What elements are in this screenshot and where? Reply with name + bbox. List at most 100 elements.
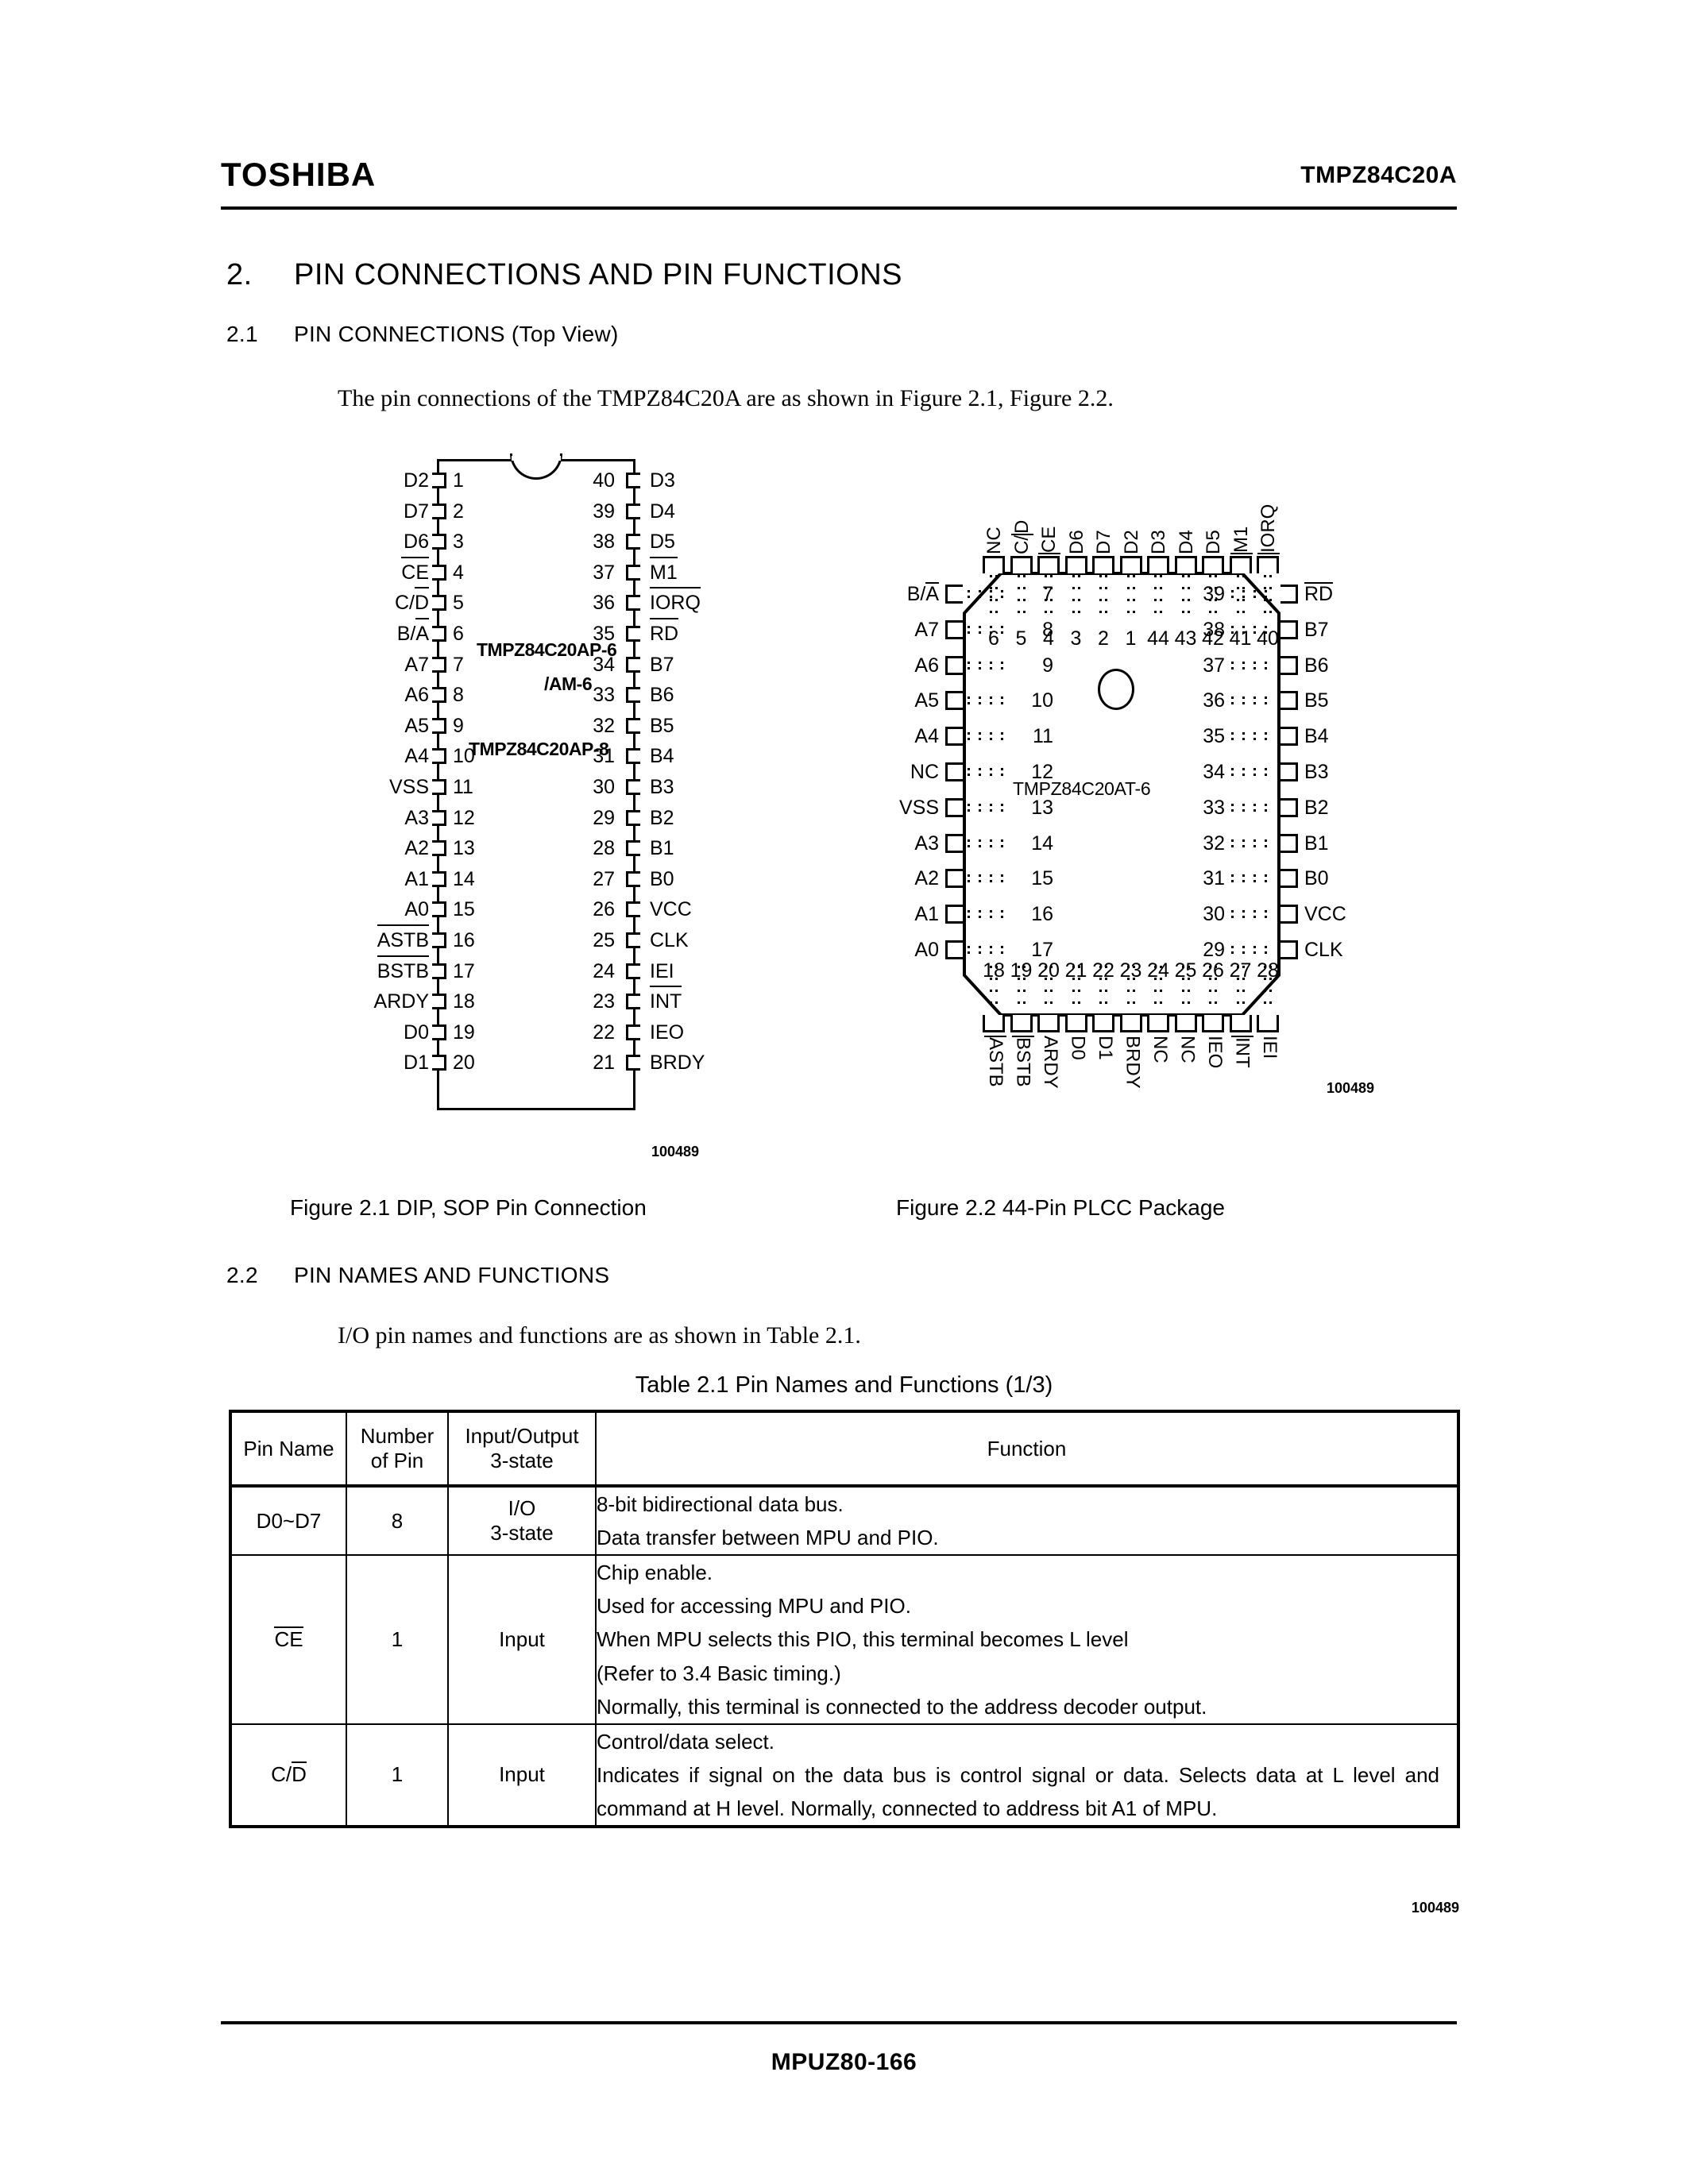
plcc-lead-dots bbox=[1231, 944, 1279, 955]
dip-left-pin-pad bbox=[432, 932, 446, 948]
section-2-title: PIN CONNECTIONS AND PIN FUNCTIONS bbox=[294, 258, 902, 291]
plcc-left-pin-number: 11 bbox=[1033, 725, 1053, 748]
plcc-lead-dots bbox=[1231, 766, 1279, 778]
plcc-top-pin-label: NC bbox=[983, 527, 1005, 554]
dip-left-pin-label: A5 bbox=[404, 714, 429, 737]
function-line: Used for accessing MPU and PIO. bbox=[597, 1594, 911, 1619]
cell-input-output: Input bbox=[447, 1723, 597, 1828]
plcc-right-pin-pad bbox=[1280, 797, 1298, 817]
plcc-right-pin-pad bbox=[1280, 905, 1298, 924]
dip-left-pin-pad bbox=[432, 473, 446, 488]
dip-left-pin-pad bbox=[432, 963, 446, 979]
dip-right-pin-pad bbox=[626, 901, 640, 918]
cell-function: Chip enable. Used for accessing MPU and P… bbox=[595, 1554, 1459, 1725]
function-line: Normally, this terminal is connected to … bbox=[597, 1694, 1207, 1719]
dip-right-pin-label: B0 bbox=[650, 867, 674, 890]
plcc-right-pin-label: B4 bbox=[1304, 725, 1329, 748]
plcc-left-pin-label: A4 bbox=[914, 725, 939, 748]
th-pin-name: Pin Name bbox=[230, 1410, 347, 1488]
plcc-top-pin-label: IORQ bbox=[1257, 504, 1279, 553]
dip-right-pin-label: CLK bbox=[650, 929, 689, 951]
plcc-bottom-pin-pad bbox=[1064, 1015, 1087, 1032]
plcc-right-pin-label: B6 bbox=[1304, 654, 1329, 677]
plcc-right-pin-pad bbox=[1280, 655, 1298, 675]
plcc-right-pin-pad bbox=[1280, 619, 1298, 639]
part-number: TMPZ84C20A bbox=[1300, 162, 1457, 188]
plcc-left-pin-number: 17 bbox=[1031, 939, 1053, 961]
dip-right-pin-label: IEO bbox=[650, 1021, 685, 1044]
dip-right-pin-pad bbox=[626, 748, 640, 765]
plcc-left-pin-number: 13 bbox=[1031, 796, 1053, 819]
section-2-1-title: PIN CONNECTIONS (Top View) bbox=[294, 322, 619, 346]
plcc-right-pin-number: 36 bbox=[1203, 689, 1225, 712]
dip-left-pin-pad bbox=[432, 1055, 446, 1071]
plcc-lead-dots bbox=[1231, 731, 1279, 742]
dip-right-pin-label: B2 bbox=[650, 806, 674, 829]
plcc-top-pin-pad bbox=[1119, 556, 1142, 573]
dip-left-pin-number: 4 bbox=[453, 561, 464, 584]
function-line: Data transfer between MPU and PIO. bbox=[597, 1526, 939, 1550]
plcc-bottom-pin-pad bbox=[1257, 1015, 1279, 1032]
plcc-top-pin-pad bbox=[1037, 556, 1060, 573]
dip-right-pin-label: B1 bbox=[650, 837, 674, 860]
dip-left-pin-label: D6 bbox=[404, 531, 429, 554]
dip-pin-row: A7 7 34 B7 bbox=[350, 650, 731, 680]
section-2-2-paragraph: I/O pin names and functions are as shown… bbox=[338, 1322, 861, 1349]
section-2-2-title: PIN NAMES AND FUNCTIONS bbox=[294, 1263, 610, 1287]
plcc-bottom-pin-pad bbox=[1229, 1015, 1252, 1032]
page-footer-id: MPUZ80-166 bbox=[771, 2049, 917, 2075]
plcc-left-pin-label: VSS bbox=[898, 796, 939, 819]
section-2-1-heading: 2.1 PIN CONNECTIONS (Top View) bbox=[226, 322, 619, 347]
plcc-right-pin-number: 37 bbox=[1203, 654, 1225, 677]
plcc-lead-dots bbox=[968, 731, 1015, 742]
plcc-top-pin-pad bbox=[1257, 556, 1279, 573]
plcc-top-pin-label: D6 bbox=[1065, 530, 1087, 554]
plcc-lead-dots bbox=[1235, 575, 1246, 624]
plcc-bottom-pin-label: NC bbox=[1176, 1036, 1199, 1063]
dip-pin-row: A2 13 28 B1 bbox=[350, 833, 731, 863]
dip-right-pin-number: 21 bbox=[593, 1051, 615, 1075]
dip-right-pin-label: D3 bbox=[650, 469, 675, 492]
dip-left-pin-pad bbox=[432, 1024, 446, 1040]
plcc-bottom-pin-pad bbox=[1119, 1015, 1142, 1032]
plcc-lead-dots bbox=[968, 660, 1015, 671]
plcc-left-pin-pad bbox=[945, 691, 963, 711]
dip-right-pin-pad bbox=[626, 564, 640, 581]
dip-right-pin-number: 32 bbox=[593, 714, 615, 737]
plcc-right-pin-label: VCC bbox=[1304, 903, 1346, 926]
dip-right-pin-label: B5 bbox=[650, 714, 674, 737]
dip-right-pin-pad bbox=[626, 994, 640, 1010]
plcc-lead-dots bbox=[1098, 575, 1109, 624]
dip-left-pin-number: 18 bbox=[453, 990, 475, 1013]
dip-right-pin-number: 40 bbox=[593, 469, 615, 492]
th-input-output: Input/Output 3-state bbox=[447, 1410, 597, 1488]
plcc-bottom-pin-pad bbox=[1202, 1015, 1224, 1032]
plcc-lead-dots bbox=[1262, 575, 1273, 624]
plcc-lead-dots bbox=[1231, 660, 1279, 671]
dip-right-pin-number: 24 bbox=[593, 959, 615, 982]
figure-2-1-caption: Figure 2.1 DIP, SOP Pin Connection bbox=[290, 1195, 647, 1220]
dip-right-pin-number: 39 bbox=[593, 500, 615, 523]
dip-left-pin-number: 15 bbox=[453, 898, 475, 921]
plcc-bottom-pin-pad bbox=[1174, 1015, 1197, 1032]
dip-right-pin-label: IEI bbox=[650, 959, 674, 982]
dip-left-pin-pad bbox=[432, 656, 446, 673]
plcc-bottom-pin-label: D1 bbox=[1095, 1036, 1116, 1060]
dip-right-pin-label: D4 bbox=[650, 500, 675, 523]
dip-right-pin-label: M1 bbox=[650, 556, 678, 588]
dip-right-pin-pad bbox=[626, 932, 640, 948]
dip-pin-row: D2 1 40 D3 bbox=[350, 465, 731, 496]
dip-left-pin-label: A7 bbox=[404, 653, 429, 676]
dip-pin-row: D7 2 39 D4 bbox=[350, 496, 731, 527]
plcc-top-pin-pad bbox=[1092, 556, 1114, 573]
plcc-left-pin-label: A1 bbox=[914, 903, 939, 926]
dip-right-pin-pad bbox=[626, 963, 640, 979]
plcc-lead-dots bbox=[968, 909, 1015, 920]
plcc-lead-dots bbox=[968, 838, 1015, 849]
dip-right-pin-number: 28 bbox=[593, 837, 615, 860]
plcc-bottom-pin-label: BRDY bbox=[1122, 1036, 1144, 1089]
plcc-right-pin-pad bbox=[1280, 727, 1298, 747]
plcc-left-pin-number: 15 bbox=[1031, 867, 1053, 890]
table-drawing-code: 100489 bbox=[1411, 1900, 1459, 1916]
dip-left-pin-number: 17 bbox=[453, 959, 475, 982]
